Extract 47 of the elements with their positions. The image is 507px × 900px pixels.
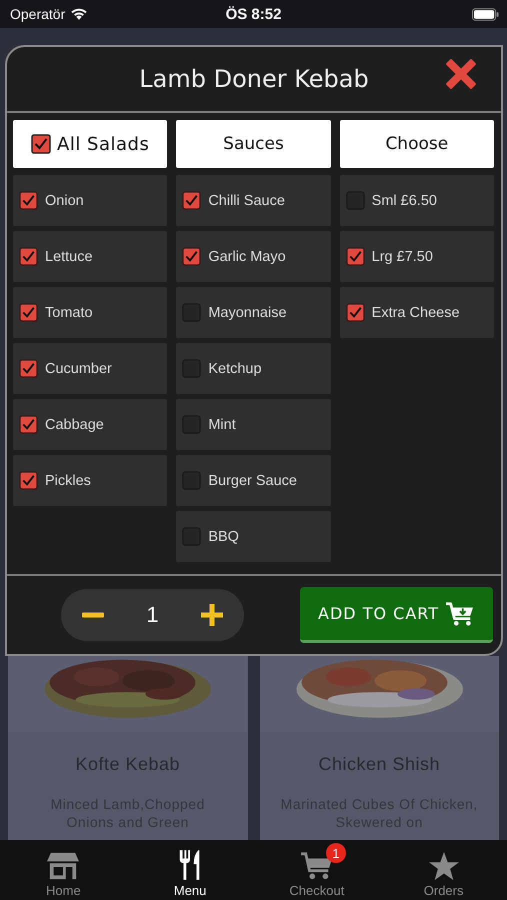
option-row[interactable]: BBQ [176, 511, 331, 562]
option-row[interactable]: Chilli Sauce [176, 175, 331, 226]
checkbox[interactable] [346, 303, 365, 322]
checkbox[interactable] [19, 247, 38, 266]
carrier-name: Operatör [10, 6, 66, 22]
cart-icon [444, 600, 475, 626]
option-row[interactable]: Lettuce [13, 231, 168, 282]
checkbox[interactable] [346, 247, 365, 266]
clock: ÖS 8:52 [226, 6, 282, 22]
tab[interactable]: 1 Checkout [254, 840, 380, 900]
option-row[interactable]: Ketchup [176, 343, 331, 394]
category-header[interactable]: Choose [340, 120, 494, 168]
category-header[interactable]: All Salads [13, 120, 168, 168]
category-header[interactable]: Sauces [176, 120, 331, 168]
option-row[interactable]: Garlic Mayo [176, 231, 331, 282]
option-row[interactable]: Cabbage [13, 399, 168, 450]
checkbox[interactable] [19, 359, 38, 378]
option-row[interactable]: Mint [176, 399, 331, 450]
tab[interactable]: Home [0, 840, 127, 900]
option-row[interactable]: Tomato [13, 287, 168, 338]
checkbox[interactable] [182, 247, 202, 266]
battery-icon [472, 8, 499, 20]
checkbox[interactable] [19, 303, 38, 322]
cart-icon [300, 851, 334, 881]
star-icon [428, 851, 460, 881]
option-row[interactable]: Extra Cheese [340, 287, 494, 338]
store-icon [46, 851, 80, 881]
option-row[interactable]: Onion [13, 175, 168, 226]
checkbox[interactable] [182, 191, 202, 210]
plus-icon[interactable] [200, 603, 224, 627]
option-row[interactable]: Mayonnaise [176, 287, 331, 338]
checkbox[interactable] [19, 415, 38, 434]
option-row[interactable]: Lrg £7.50 [340, 231, 494, 282]
option-row[interactable]: Cucumber [13, 343, 168, 394]
add-to-cart-button[interactable]: ADD TO CART [300, 587, 493, 643]
cart-count-badge: 1 [326, 843, 346, 863]
option-row[interactable]: Burger Sauce [176, 455, 331, 506]
quantity-value: 1 [146, 602, 159, 628]
checkbox[interactable] [19, 191, 38, 210]
dialog-title: Lamb Doner Kebab [139, 65, 369, 93]
checkbox[interactable] [19, 471, 38, 490]
option-row[interactable]: Sml £6.50 [340, 175, 494, 226]
checkbox[interactable] [31, 134, 51, 154]
tab[interactable]: Orders [380, 840, 507, 900]
wifi-icon [70, 7, 88, 21]
tab[interactable]: Menu [126, 840, 254, 900]
option-row[interactable]: Pickles [13, 455, 168, 506]
